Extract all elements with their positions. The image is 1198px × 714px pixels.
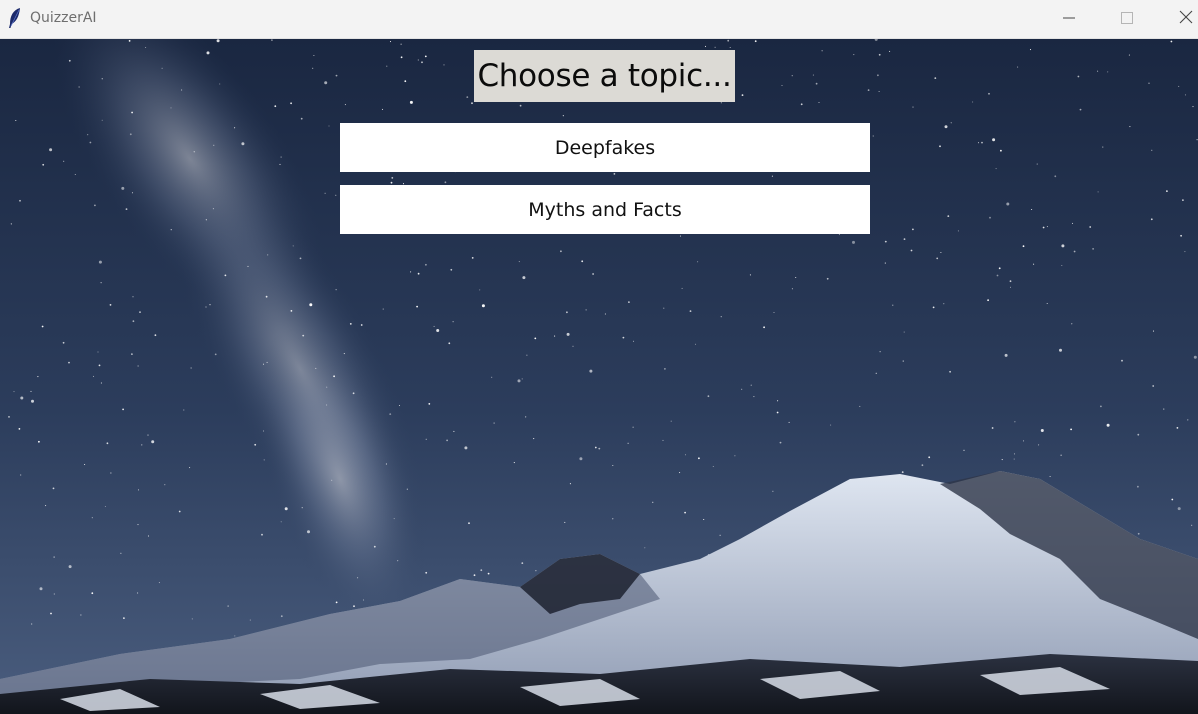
topic-button-deepfakes[interactable]: Deepfakes (340, 123, 870, 172)
maximize-button[interactable] (1104, 0, 1150, 38)
app-window: QuizzerAI Choose a topic... Deepfakes My… (0, 0, 1198, 714)
maximize-icon (1120, 10, 1134, 29)
close-icon (1178, 9, 1194, 29)
close-button[interactable] (1163, 0, 1198, 38)
feather-icon (7, 7, 23, 29)
topic-button-myths-and-facts[interactable]: Myths and Facts (340, 185, 870, 234)
page-title: Choose a topic... (474, 50, 735, 102)
minimize-icon (1062, 10, 1076, 29)
window-title: QuizzerAI (30, 10, 97, 26)
minimize-button[interactable] (1046, 0, 1092, 38)
title-bar[interactable]: QuizzerAI (0, 0, 1198, 39)
